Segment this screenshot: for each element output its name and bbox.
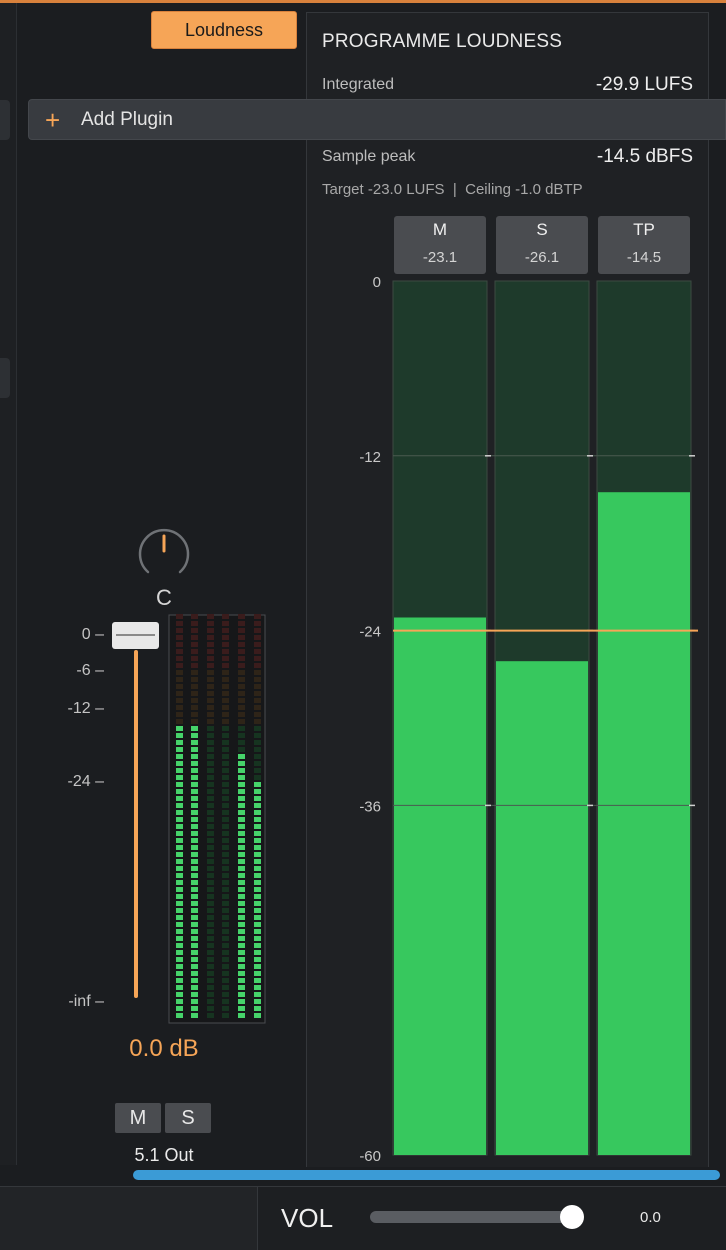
vol-label: VOL [281, 1203, 334, 1233]
meter-value: -14.5 [626, 249, 662, 266]
panel-title: PROGRAMME LOUDNESS [322, 31, 563, 52]
volume-value: 0.0 [640, 1209, 661, 1226]
meter-header-tp[interactable]: TP -14.5 [598, 216, 690, 274]
sample-peak-value: -14.5 dBFS [596, 146, 693, 167]
target-ceiling-text: Target -23.0 LUFS | Ceiling -1.0 dBTP [322, 181, 583, 198]
y-tick-label: -24 [359, 624, 381, 641]
volume-slider[interactable] [370, 1211, 576, 1223]
sample-peak-label: Sample peak [322, 148, 416, 165]
solo-button[interactable]: S [165, 1103, 211, 1133]
y-tick-label: 0 [373, 276, 381, 291]
pan-label: C [156, 585, 172, 610]
meter-header-s[interactable]: S -26.1 [496, 216, 588, 274]
output-routing-label[interactable]: 5.1 Out [112, 1145, 216, 1166]
meter-bar-s [496, 661, 588, 1155]
gain-value[interactable]: 0.0 dB [110, 1035, 218, 1063]
fader-handle[interactable] [112, 622, 159, 649]
meter-name: TP [633, 220, 655, 239]
y-tick-label: -36 [359, 798, 381, 815]
fader-track[interactable] [134, 650, 138, 998]
y-tick-label: -12 [359, 449, 381, 466]
y-tick-label: -60 [359, 1148, 381, 1161]
fader-scale-label: -12 – [67, 700, 104, 717]
left-edge-tab[interactable] [0, 358, 10, 398]
scrollbar-thumb[interactable] [133, 1170, 720, 1180]
channel-meter-frame [168, 614, 266, 1024]
bottom-bar [0, 1186, 726, 1250]
meter-bar-tp [598, 492, 690, 1155]
bottom-left-panel [0, 1187, 258, 1250]
mute-button[interactable]: M [115, 1103, 161, 1133]
plus-icon: + [45, 104, 61, 135]
meter-header-m[interactable]: M -23.1 [394, 216, 486, 274]
meter-value: -26.1 [524, 249, 560, 266]
fader-scale-label: 0 – [81, 626, 104, 643]
meter-name: M [432, 220, 448, 239]
pan-knob[interactable] [137, 527, 191, 581]
add-plugin-label: Add Plugin [81, 108, 173, 130]
meter-name: S [536, 220, 548, 239]
add-plugin-button[interactable]: + Add Plugin [28, 99, 726, 140]
top-accent-bar [0, 0, 726, 3]
integrated-value: -29.9 LUFS [595, 74, 693, 95]
fader-scale-label: -inf – [68, 993, 104, 1010]
left-edge-tab[interactable] [0, 100, 10, 140]
loudness-button[interactable]: Loudness [151, 11, 297, 49]
channel-level-meter [168, 614, 266, 1024]
fader-scale-label: -24 – [67, 773, 104, 790]
integrated-label: Integrated [322, 76, 395, 93]
volume-slider-handle[interactable] [560, 1205, 584, 1229]
fader-scale-label: -6 – [76, 662, 104, 679]
loudness-bar-chart: 0 -12 -24 -36 -60 [359, 276, 698, 1161]
left-side-strip [0, 3, 17, 1165]
meter-value: -23.1 [422, 249, 458, 266]
meter-bar-m [394, 617, 486, 1155]
